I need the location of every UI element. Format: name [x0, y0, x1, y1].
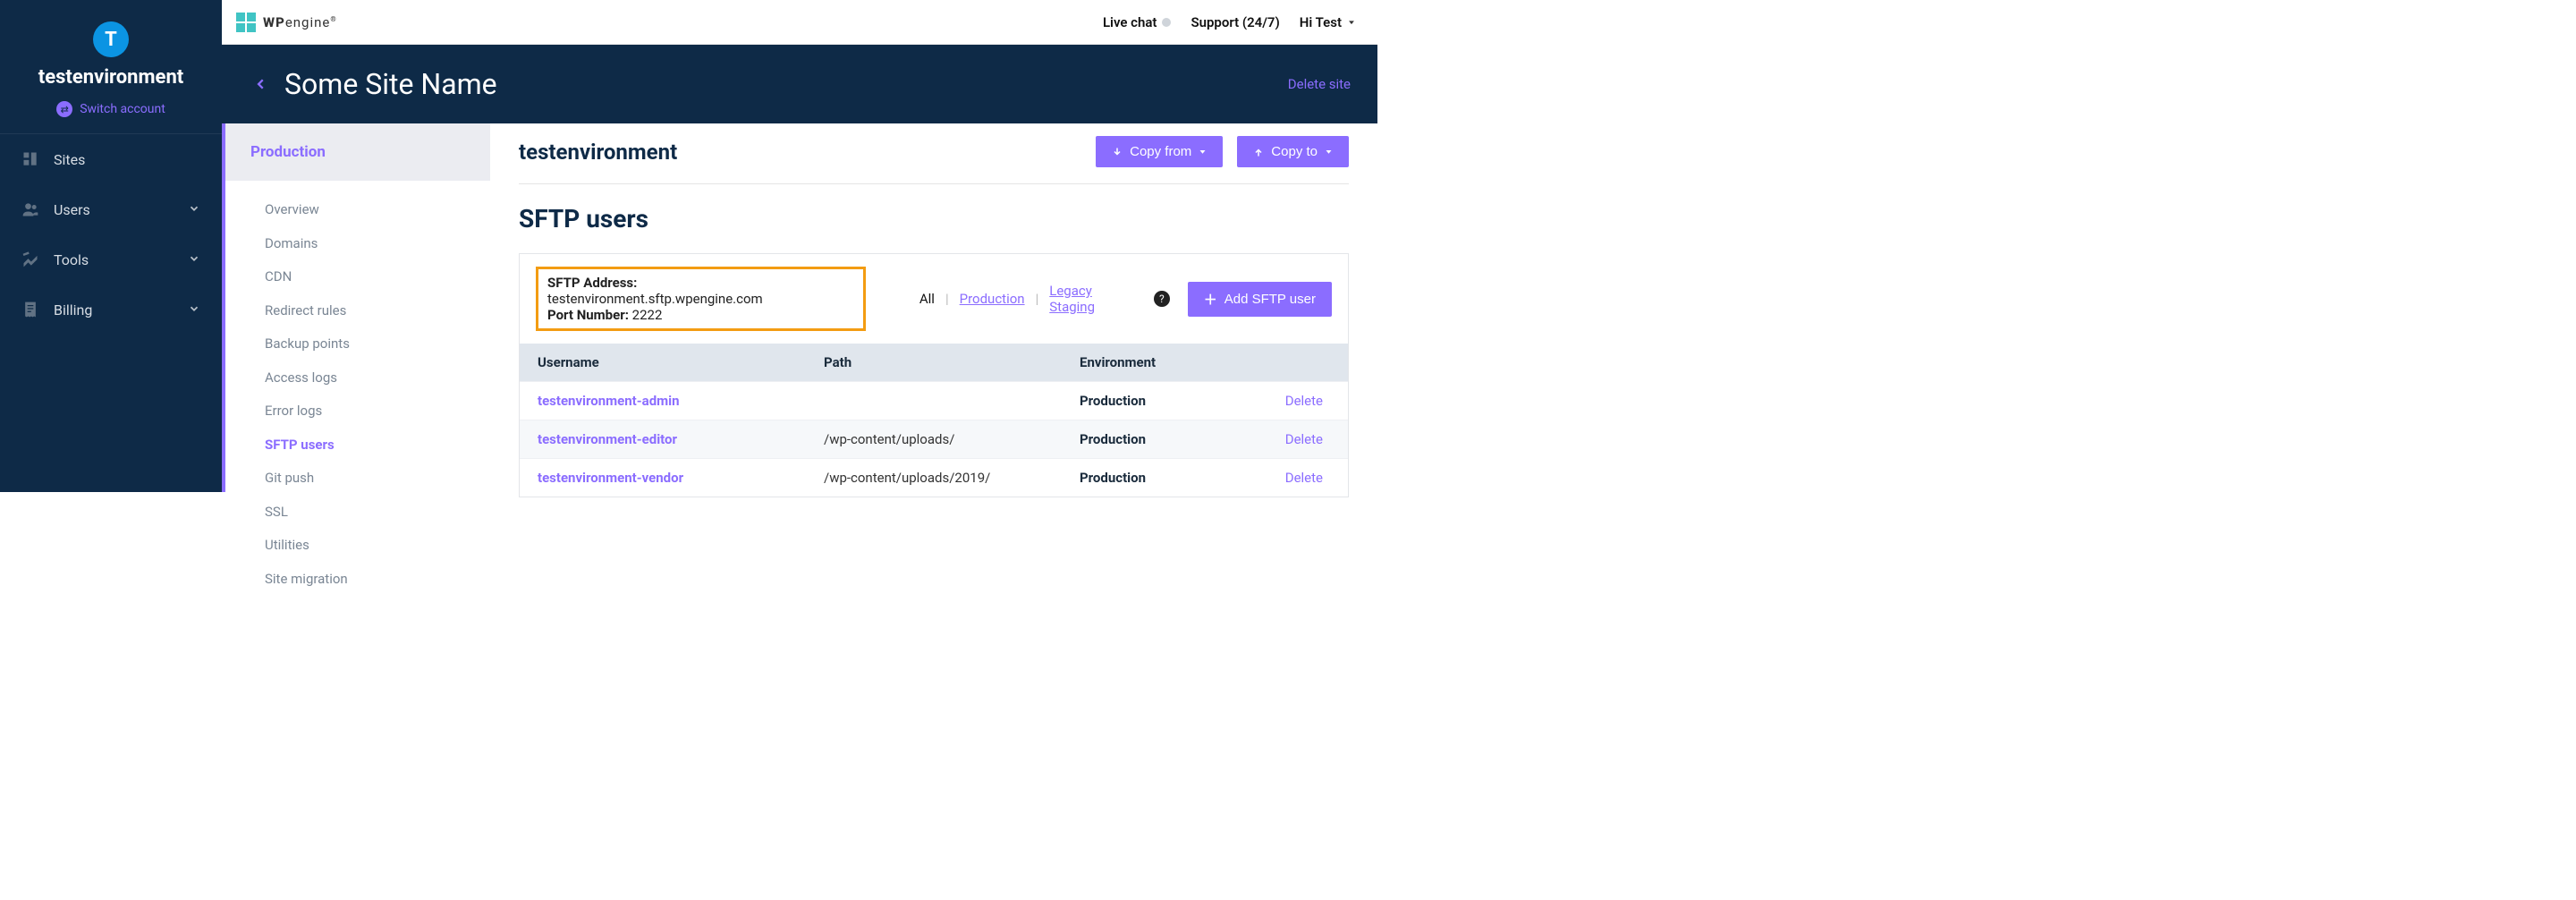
nav-label: Users — [54, 201, 90, 218]
caret-down-icon — [1199, 148, 1207, 156]
plus-icon: ＋ — [1204, 290, 1217, 309]
chevron-down-icon — [188, 251, 200, 268]
copy-from-button[interactable]: Copy from — [1096, 136, 1223, 167]
site-title: Some Site Name — [284, 67, 497, 101]
live-chat-link[interactable]: Live chat — [1103, 14, 1172, 30]
chevron-down-icon — [188, 201, 200, 218]
arrow-up-icon — [1253, 146, 1264, 158]
sftp-panel: SFTP Address: testenvironment.sftp.wpeng… — [519, 253, 1349, 497]
sftp-env-cell: Production — [1062, 459, 1241, 497]
account-avatar: T — [93, 21, 129, 57]
subnav-item-overview[interactable]: Overview — [225, 193, 490, 227]
environment-sidebar: Production OverviewDomainsCDNRedirect ru… — [222, 123, 490, 492]
filter-legacy-staging[interactable]: Legacy Staging — [1049, 283, 1140, 315]
site-header: Some Site Name Delete site — [222, 45, 1377, 123]
caret-down-icon — [1347, 18, 1356, 27]
sftp-username-link[interactable]: testenvironment-admin — [538, 393, 680, 409]
subnav-item-ssl[interactable]: SSL — [225, 496, 490, 530]
logo-text: WPengine® — [263, 14, 337, 30]
environment-tab-production[interactable]: Production — [225, 123, 490, 181]
subnav-item-git-push[interactable]: Git push — [225, 462, 490, 496]
delete-user-link[interactable]: Delete — [1285, 470, 1323, 486]
nav-label: Tools — [54, 251, 89, 268]
column-header-path: Path — [806, 344, 1062, 382]
logo-mark-icon — [236, 13, 256, 32]
delete-site-link[interactable]: Delete site — [1288, 76, 1351, 92]
back-button[interactable] — [249, 72, 274, 97]
nav-item-tools[interactable]: Tools — [0, 234, 222, 284]
topbar: WPengine® Live chat Support (24/7) Hi Te… — [222, 0, 1377, 45]
subnav-item-site-migration[interactable]: Site migration — [225, 563, 490, 597]
filter-production[interactable]: Production — [960, 291, 1025, 307]
subnav-item-redirect-rules[interactable]: Redirect rules — [225, 294, 490, 328]
environment-nav-list: OverviewDomainsCDNRedirect rulesBackup p… — [225, 181, 490, 608]
tools-icon — [21, 250, 39, 268]
brand-logo[interactable]: WPengine® — [236, 13, 337, 32]
section-title: SFTP users — [519, 204, 1349, 233]
caret-down-icon — [1325, 148, 1333, 156]
copy-to-button[interactable]: Copy to — [1237, 136, 1349, 167]
receipt-icon — [21, 301, 39, 318]
sftp-connection-info: SFTP Address: testenvironment.sftp.wpeng… — [536, 267, 866, 331]
grid-icon — [21, 150, 39, 168]
sftp-path-cell — [806, 382, 1062, 420]
filter-all[interactable]: All — [919, 291, 935, 307]
environment-filter: All | Production | Legacy Staging ? — [884, 283, 1170, 315]
account-name: testenvironment — [0, 66, 222, 101]
environment-name: testenvironment — [519, 140, 677, 165]
nav-label: Sites — [54, 151, 85, 168]
delete-user-link[interactable]: Delete — [1285, 393, 1323, 409]
nav-label: Billing — [54, 301, 92, 318]
table-row: testenvironment-admin Production Delete — [520, 382, 1348, 420]
sftp-path-cell: /wp-content/uploads/2019/ — [806, 459, 1062, 497]
subnav-item-error-logs[interactable]: Error logs — [225, 395, 490, 429]
nav-item-users[interactable]: Users — [0, 184, 222, 234]
table-row: testenvironment-editor/wp-content/upload… — [520, 420, 1348, 459]
help-icon[interactable]: ? — [1154, 291, 1170, 307]
user-menu[interactable]: Hi Test — [1300, 14, 1356, 30]
arrow-down-icon — [1112, 146, 1123, 158]
subnav-item-cdn[interactable]: CDN — [225, 260, 490, 294]
subnav-item-utilities[interactable]: Utilities — [225, 529, 490, 563]
primary-nav: Sites Users Tools — [0, 133, 222, 335]
column-header-username: Username — [520, 344, 806, 382]
column-header-environment: Environment — [1062, 344, 1241, 382]
switch-icon: ⇄ — [56, 101, 72, 117]
switch-account-label: Switch account — [80, 102, 165, 116]
content-area: testenvironment Copy from Copy to — [490, 123, 1377, 492]
chevron-left-icon — [255, 74, 267, 94]
sftp-users-table: Username Path Environment testenvironmen… — [520, 344, 1348, 497]
divider — [519, 183, 1349, 184]
sftp-path-cell: /wp-content/uploads/ — [806, 420, 1062, 459]
subnav-item-sftp-users[interactable]: SFTP users — [225, 429, 490, 463]
sftp-env-cell: Production — [1062, 420, 1241, 459]
primary-sidebar: T testenvironment ⇄ Switch account Sites… — [0, 0, 222, 492]
status-dot-icon — [1162, 18, 1171, 27]
subnav-item-domains[interactable]: Domains — [225, 227, 490, 261]
table-row: testenvironment-vendor/wp-content/upload… — [520, 459, 1348, 497]
subnav-item-backup-points[interactable]: Backup points — [225, 327, 490, 361]
add-sftp-user-button[interactable]: ＋ Add SFTP user — [1188, 282, 1332, 317]
nav-item-sites[interactable]: Sites — [0, 134, 222, 184]
support-link[interactable]: Support (24/7) — [1191, 14, 1279, 30]
sftp-env-cell: Production — [1062, 382, 1241, 420]
delete-user-link[interactable]: Delete — [1285, 431, 1323, 447]
chevron-down-icon — [188, 301, 200, 318]
users-icon — [21, 200, 39, 218]
sftp-username-link[interactable]: testenvironment-vendor — [538, 470, 683, 486]
subnav-item-access-logs[interactable]: Access logs — [225, 361, 490, 395]
nav-item-billing[interactable]: Billing — [0, 284, 222, 335]
switch-account-link[interactable]: ⇄ Switch account — [0, 101, 222, 133]
sftp-username-link[interactable]: testenvironment-editor — [538, 431, 677, 447]
